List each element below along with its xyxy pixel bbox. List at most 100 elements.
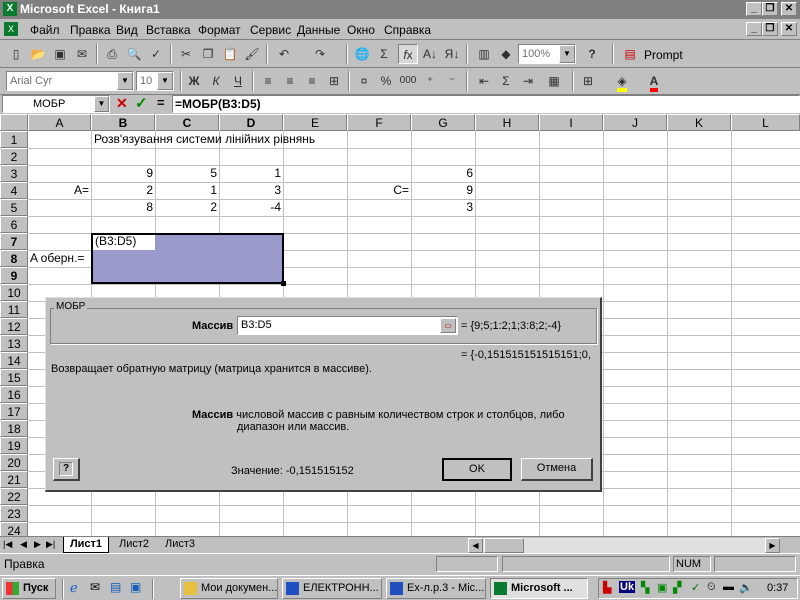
column-header[interactable]: I — [539, 114, 603, 131]
outlook-icon[interactable]: ✉ — [90, 580, 100, 594]
column-header[interactable]: C — [155, 114, 219, 131]
cell-b4[interactable]: 2 — [91, 182, 153, 199]
row-header[interactable]: 3 — [0, 165, 28, 182]
tray-device-icon[interactable]: ▬ — [723, 581, 734, 593]
decrease-decimal-icon[interactable]: ⁻ — [442, 71, 462, 91]
row-header[interactable]: 24 — [0, 522, 28, 536]
next-sheet-icon[interactable]: ▶ — [34, 539, 41, 550]
column-header[interactable]: G — [411, 114, 475, 131]
align-center-icon[interactable]: ≡ — [280, 71, 300, 91]
cell-g3[interactable]: 6 — [411, 165, 473, 182]
cell-d5[interactable]: -4 — [219, 199, 281, 216]
edit-formula-button[interactable]: = — [157, 95, 165, 110]
fill-handle[interactable] — [281, 281, 286, 286]
ok-button[interactable]: OK — [442, 458, 512, 481]
horizontal-scrollbar[interactable]: ◀ ▶ — [468, 538, 780, 553]
volume-icon[interactable]: 🔈 — [739, 581, 753, 594]
channels-icon[interactable]: ▤ — [110, 580, 121, 594]
column-header[interactable]: F — [347, 114, 411, 131]
menu-data[interactable]: Данные — [297, 23, 340, 37]
tray-network-icon[interactable]: ▚ — [641, 581, 649, 594]
percent-icon[interactable]: % — [376, 71, 396, 91]
row-header[interactable]: 2 — [0, 148, 28, 165]
bold-button[interactable]: Ж — [184, 71, 204, 91]
language-indicator[interactable]: Uk — [619, 581, 636, 593]
menu-view[interactable]: Вид — [116, 23, 138, 37]
name-box[interactable]: МОБР ▼ — [2, 95, 110, 113]
cell-b1[interactable]: Розв'язування системи лінійних рівнянь — [94, 131, 315, 148]
prompt-label[interactable]: Prompt — [644, 48, 683, 62]
tray-app-icon[interactable]: ▙ — [603, 581, 611, 594]
row-header[interactable]: 18 — [0, 420, 28, 437]
row-header[interactable]: 13 — [0, 335, 28, 352]
row-header[interactable]: 4 — [0, 182, 28, 199]
sheet-tab-1[interactable]: Лист1 — [63, 537, 109, 553]
sheet-tab-3[interactable]: Лист3 — [158, 537, 202, 553]
task-my-documents[interactable]: Мои докумен... — [180, 578, 278, 599]
row-header[interactable]: 11 — [0, 301, 28, 318]
menu-tools[interactable]: Сервис — [250, 23, 291, 37]
row-header[interactable]: 19 — [0, 437, 28, 454]
format-painter-icon[interactable]: 🖌 — [242, 44, 262, 64]
column-header[interactable]: H — [475, 114, 539, 131]
currency-icon[interactable]: ¤ — [354, 71, 374, 91]
ie-icon[interactable]: ℯ — [70, 580, 78, 596]
menu-file[interactable]: Файл — [30, 23, 60, 37]
row-header[interactable]: 10 — [0, 284, 28, 301]
copy-icon[interactable]: ❐ — [198, 44, 218, 64]
select-all-corner[interactable] — [0, 114, 28, 131]
cut-icon[interactable]: ✂ — [176, 44, 196, 64]
cell-b7-editing[interactable]: (B3:D5) — [95, 233, 136, 250]
italic-button[interactable]: К — [206, 71, 226, 91]
menu-format[interactable]: Формат — [198, 23, 241, 37]
hyperlink-icon[interactable]: 🌐 — [352, 44, 372, 64]
merge-center-icon[interactable]: ⊞ — [324, 71, 344, 91]
paste-icon[interactable]: 📋 — [220, 44, 240, 64]
zoom-select[interactable]: 100% ▼ — [518, 44, 576, 64]
scroll-right-icon[interactable]: ▶ — [765, 538, 780, 553]
row-header[interactable]: 22 — [0, 488, 28, 505]
first-sheet-icon[interactable]: |◀ — [3, 539, 12, 550]
row-header[interactable]: 8 — [0, 250, 28, 267]
column-header[interactable]: B — [91, 114, 155, 131]
minimize-button[interactable]: _ — [746, 2, 762, 16]
new-icon[interactable]: ▯ — [6, 44, 26, 64]
row-header[interactable]: 1 — [0, 131, 28, 148]
autosum-icon[interactable]: Σ — [374, 44, 394, 64]
doc-restore-button[interactable]: ❐ — [762, 22, 778, 36]
row-header[interactable]: 14 — [0, 352, 28, 369]
menu-window[interactable]: Окно — [347, 23, 375, 37]
thousands-button[interactable]: 000 — [398, 71, 418, 91]
tray-scheduler-icon[interactable]: ⏲ — [707, 581, 716, 594]
print-preview-icon[interactable]: 🔍 — [124, 44, 144, 64]
row-header[interactable]: 16 — [0, 386, 28, 403]
print-icon[interactable]: ⎙ — [102, 44, 122, 64]
cell-g4[interactable]: 9 — [411, 182, 473, 199]
menu-insert[interactable]: Вставка — [146, 23, 191, 37]
indent-icon[interactable]: ⇥ — [518, 71, 538, 91]
help-button[interactable]: ? — [53, 458, 80, 481]
cell-b3[interactable]: 9 — [91, 165, 153, 182]
desktop-icon[interactable]: ▣ — [130, 580, 141, 594]
sheet-tab-2[interactable]: Лист2 — [112, 537, 156, 553]
menu-help[interactable]: Справка — [384, 23, 431, 37]
align-right-icon[interactable]: ≡ — [302, 71, 322, 91]
column-header[interactable]: A — [28, 114, 91, 131]
decrease-indent-icon[interactable]: ⇤ — [474, 71, 494, 91]
increase-decimal-icon[interactable]: ⁺ — [420, 71, 440, 91]
doc-minimize-button[interactable]: _ — [746, 22, 762, 36]
cell-b5[interactable]: 8 — [91, 199, 153, 216]
column-header[interactable]: E — [283, 114, 347, 131]
tray-shield-icon[interactable]: ▞ — [673, 581, 681, 594]
last-sheet-icon[interactable]: ▶| — [46, 539, 55, 550]
help-icon[interactable]: ? — [582, 44, 602, 64]
column-header[interactable]: J — [603, 114, 667, 131]
font-select[interactable]: Arial Cyr ▼ — [6, 71, 134, 91]
column-header[interactable]: D — [219, 114, 283, 131]
row-header[interactable]: 20 — [0, 454, 28, 471]
scroll-left-icon[interactable]: ◀ — [468, 538, 483, 553]
menu-edit[interactable]: Правка — [70, 23, 111, 37]
start-button[interactable]: Пуск — [2, 578, 56, 599]
row-header[interactable]: 9 — [0, 267, 28, 284]
function-arguments-dialog[interactable]: МОБР Массив B3:D5 ▭ = {9;5;1:2;1;3:8;2;-… — [45, 297, 602, 492]
